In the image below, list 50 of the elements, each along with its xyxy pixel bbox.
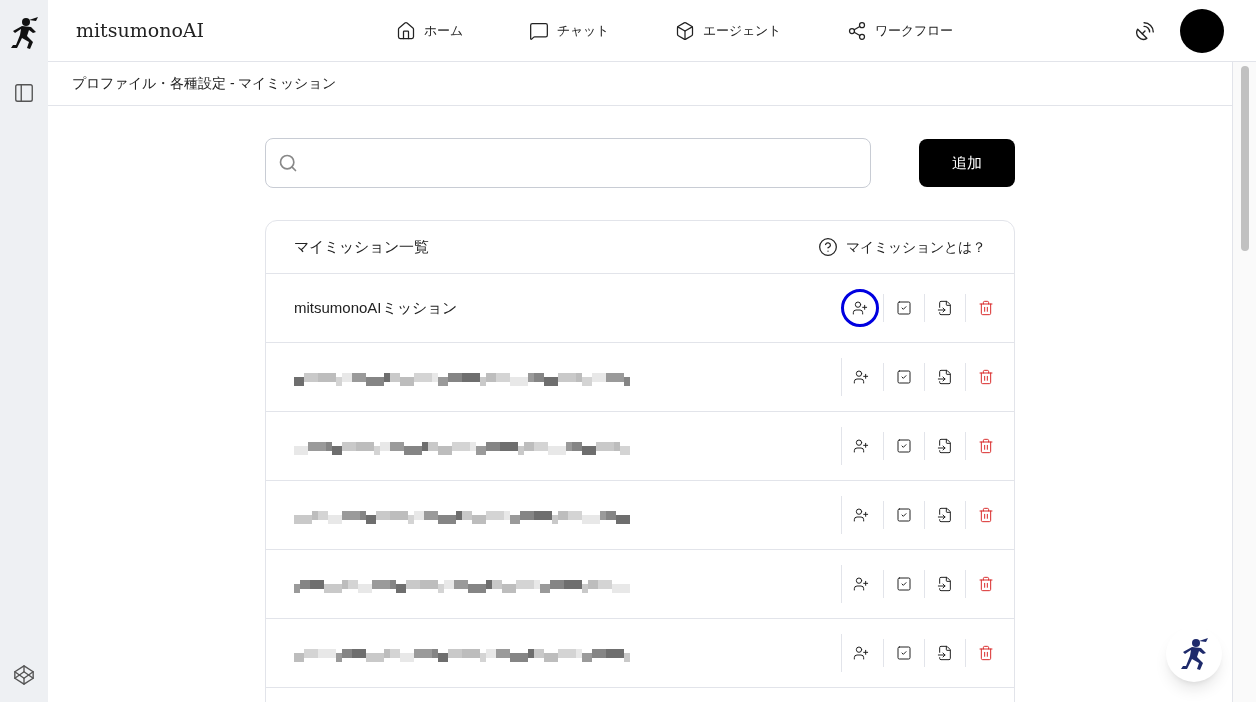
ninja-logo-icon: [9, 16, 39, 50]
checkbox-icon: [896, 576, 912, 592]
ninja-icon: [1179, 637, 1209, 671]
nav-link[interactable]: ワークフロー: [847, 20, 953, 41]
trash-icon: [978, 507, 994, 523]
add-button[interactable]: 追加: [919, 139, 1015, 187]
add-user-icon: [852, 507, 869, 523]
scrollbar[interactable]: [1232, 62, 1256, 702]
sidebar-toggle-icon[interactable]: [13, 82, 35, 104]
cube-icon: [675, 20, 695, 41]
nav-link[interactable]: チャット: [529, 20, 609, 41]
home-icon: [396, 20, 416, 41]
file-import-icon: [937, 369, 953, 385]
trash-icon: [978, 369, 994, 385]
add-user-icon: [852, 438, 869, 454]
add-member-button[interactable]: [841, 289, 879, 327]
nav-link[interactable]: エージェント: [675, 20, 781, 41]
checkbox-icon: [896, 645, 912, 661]
add-user-icon: [852, 369, 869, 385]
checkbox-icon: [896, 300, 912, 316]
checkbox-icon: [896, 438, 912, 454]
mission-row[interactable]: mitsumonoAIミッション: [266, 274, 1014, 343]
add-user-icon: [852, 645, 869, 661]
add-user-icon: [852, 300, 868, 316]
search-field[interactable]: [265, 138, 871, 188]
file-import-icon: [937, 438, 953, 454]
avatar[interactable]: [1180, 8, 1224, 53]
checkbox-icon: [896, 369, 912, 385]
satellite-dish-icon[interactable]: [1134, 19, 1156, 42]
trash-icon: [978, 438, 994, 454]
trash-icon: [978, 645, 994, 661]
app-title: mitsumonoAI: [76, 18, 206, 44]
help-icon: [818, 237, 838, 257]
mission-name: mitsumonoAIミッション: [294, 297, 457, 318]
share-icon: [847, 20, 867, 41]
nav-link[interactable]: ホーム: [396, 20, 463, 41]
checkbox-icon: [896, 507, 912, 523]
file-import-icon: [937, 507, 953, 523]
help-link[interactable]: マイミッションとは？: [818, 236, 986, 258]
file-import-icon: [937, 300, 953, 316]
cube-icon[interactable]: [13, 664, 35, 686]
trash-icon: [978, 576, 994, 592]
trash-icon: [978, 300, 994, 316]
search-icon: [278, 153, 298, 173]
chat-icon: [529, 20, 549, 41]
file-import-icon: [937, 645, 953, 661]
add-user-icon: [852, 576, 869, 592]
list-title: マイミッション一覧: [294, 236, 429, 257]
file-import-icon: [937, 576, 953, 592]
breadcrumb: プロファイル・各種設定 - マイミッション: [72, 74, 337, 93]
